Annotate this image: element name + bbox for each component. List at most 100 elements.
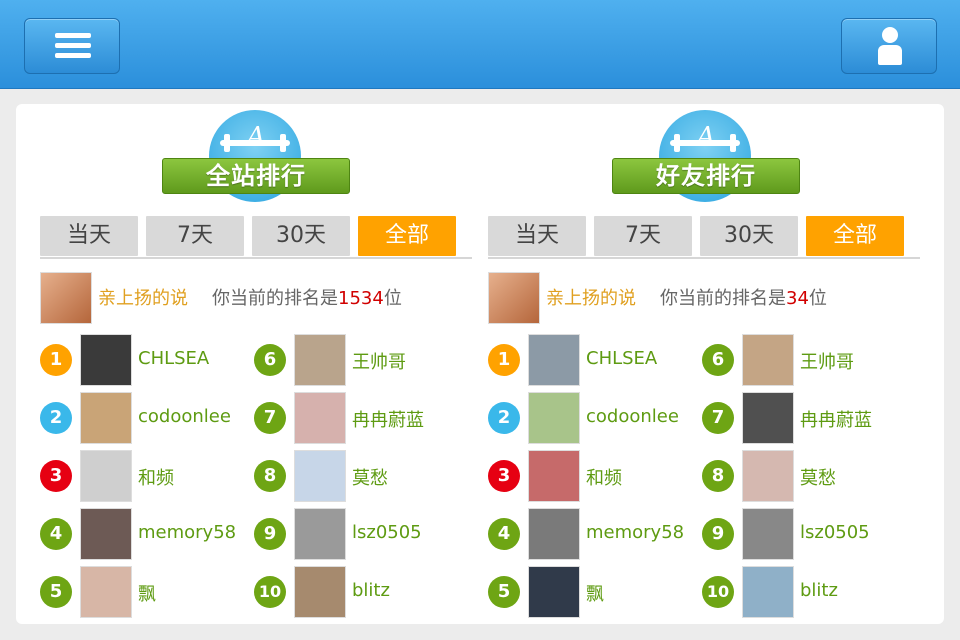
user-name[interactable]: lsz0505 [352,522,422,543]
my-name[interactable]: 亲上扬的说 [98,284,188,310]
my-rank-number: 34 [786,288,809,309]
ranking-entry[interactable]: 2 codoonlee [40,392,256,444]
rank-medal-icon: 9 [254,518,286,550]
ranking-entry[interactable]: 1 CHLSEA [40,334,256,386]
user-avatar[interactable] [528,392,580,444]
tab-30days[interactable]: 30天 [700,216,798,256]
leaderboard-card: A 全站排行 当天 7天 30天 全部 亲上扬的说 你当前的排名是1534位 1… [16,104,944,624]
user-name[interactable]: CHLSEA [138,348,209,369]
user-name[interactable]: 王帅哥 [800,348,854,374]
user-name[interactable]: lsz0505 [800,522,870,543]
ranking-entry[interactable]: 5飘 [40,566,256,618]
user-avatar[interactable] [742,334,794,386]
rank-medal-icon: 1 [40,344,72,376]
user-avatar[interactable] [528,508,580,560]
rank-medal-icon: 5 [488,576,520,608]
rank-medal-icon: 8 [702,460,734,492]
user-avatar[interactable] [294,450,346,502]
user-name[interactable]: 冉冉蔚蓝 [352,406,424,432]
my-rank-text: 你当前的排名是34位 [660,288,827,309]
ranking-entry[interactable]: 6 王帅哥 [254,334,470,386]
friend-ranking-badge: A 好友排行 [612,110,800,206]
user-name[interactable]: memory58 [138,522,236,543]
rank-medal-icon: 8 [254,460,286,492]
my-avatar[interactable] [40,272,92,324]
rank-medal-icon: 7 [702,402,734,434]
user-name[interactable]: blitz [352,580,390,601]
rank-medal-icon: 9 [702,518,734,550]
rank-medal-icon: 10 [254,576,286,608]
user-avatar[interactable] [528,334,580,386]
ranking-entry[interactable]: 4 memory58 [40,508,256,560]
user-avatar[interactable] [742,508,794,560]
rank-medal-icon: 3 [40,460,72,492]
my-rank-row: 亲上扬的说 你当前的排名是1534位 [40,272,472,324]
user-avatar[interactable] [294,566,346,618]
user-name[interactable]: blitz [800,580,838,601]
menu-button[interactable] [24,18,120,74]
divider [40,257,472,259]
user-name[interactable]: 和频 [138,464,174,490]
tab-7days[interactable]: 7天 [146,216,244,256]
site-ranking-panel: A 全站排行 当天 7天 30天 全部 亲上扬的说 你当前的排名是1534位 1… [40,104,472,624]
ranking-entry[interactable]: 7 冉冉蔚蓝 [702,392,918,444]
panel-title: 全站排行 [162,158,350,194]
ranking-entry[interactable]: 9 lsz0505 [254,508,470,560]
rank-medal-icon: 7 [254,402,286,434]
ranking-entry[interactable]: 5飘 [488,566,704,618]
ranking-entry[interactable]: 8 莫愁 [702,450,918,502]
tab-today[interactable]: 当天 [488,216,586,256]
rank-medal-icon: 10 [702,576,734,608]
ranking-entry[interactable]: 8 莫愁 [254,450,470,502]
user-avatar[interactable] [528,450,580,502]
user-avatar[interactable] [294,334,346,386]
ranking-entry[interactable]: 6 王帅哥 [702,334,918,386]
user-name[interactable]: codoonlee [138,406,231,427]
user-profile-button[interactable] [841,18,937,74]
user-avatar[interactable] [742,566,794,618]
user-name[interactable]: 和频 [586,464,622,490]
user-name[interactable]: 王帅哥 [352,348,406,374]
tab-all[interactable]: 全部 [358,216,456,256]
user-avatar[interactable] [742,450,794,502]
user-name[interactable]: 莫愁 [800,464,836,490]
ranking-entry[interactable]: 3 和频 [488,450,704,502]
my-avatar[interactable] [488,272,540,324]
friend-ranking-panel: A 好友排行 当天 7天 30天 全部 亲上扬的说 你当前的排名是34位 1 CH… [488,104,920,624]
tab-30days[interactable]: 30天 [252,216,350,256]
my-name[interactable]: 亲上扬的说 [546,284,636,310]
user-name[interactable]: codoonlee [586,406,679,427]
user-name[interactable]: 莫愁 [352,464,388,490]
user-name[interactable]: 飘 [138,580,156,606]
tab-all[interactable]: 全部 [806,216,904,256]
ranking-entry[interactable]: 10 blitz [254,566,470,618]
ranking-entry[interactable]: 1 CHLSEA [488,334,704,386]
rank-medal-icon: 4 [40,518,72,550]
user-name[interactable]: 飘 [586,580,604,606]
user-name[interactable]: memory58 [586,522,684,543]
panel-title: 好友排行 [612,158,800,194]
my-rank-text: 你当前的排名是1534位 [212,288,402,309]
user-avatar[interactable] [80,450,132,502]
ranking-entry[interactable]: 7 冉冉蔚蓝 [254,392,470,444]
user-avatar[interactable] [80,334,132,386]
user-avatar[interactable] [294,392,346,444]
user-avatar[interactable] [80,566,132,618]
user-avatar[interactable] [294,508,346,560]
hamburger-menu-icon [55,33,91,59]
user-avatar[interactable] [742,392,794,444]
user-name[interactable]: CHLSEA [586,348,657,369]
divider [488,257,920,259]
ranking-entry[interactable]: 9 lsz0505 [702,508,918,560]
user-avatar[interactable] [80,508,132,560]
ranking-entry[interactable]: 10 blitz [702,566,918,618]
user-avatar[interactable] [80,392,132,444]
ranking-entry[interactable]: 3 和频 [40,450,256,502]
tab-today[interactable]: 当天 [40,216,138,256]
ranking-entry[interactable]: 2 codoonlee [488,392,704,444]
rank-medal-icon: 5 [40,576,72,608]
tab-7days[interactable]: 7天 [594,216,692,256]
user-name[interactable]: 冉冉蔚蓝 [800,406,872,432]
ranking-entry[interactable]: 4 memory58 [488,508,704,560]
user-avatar[interactable] [528,566,580,618]
